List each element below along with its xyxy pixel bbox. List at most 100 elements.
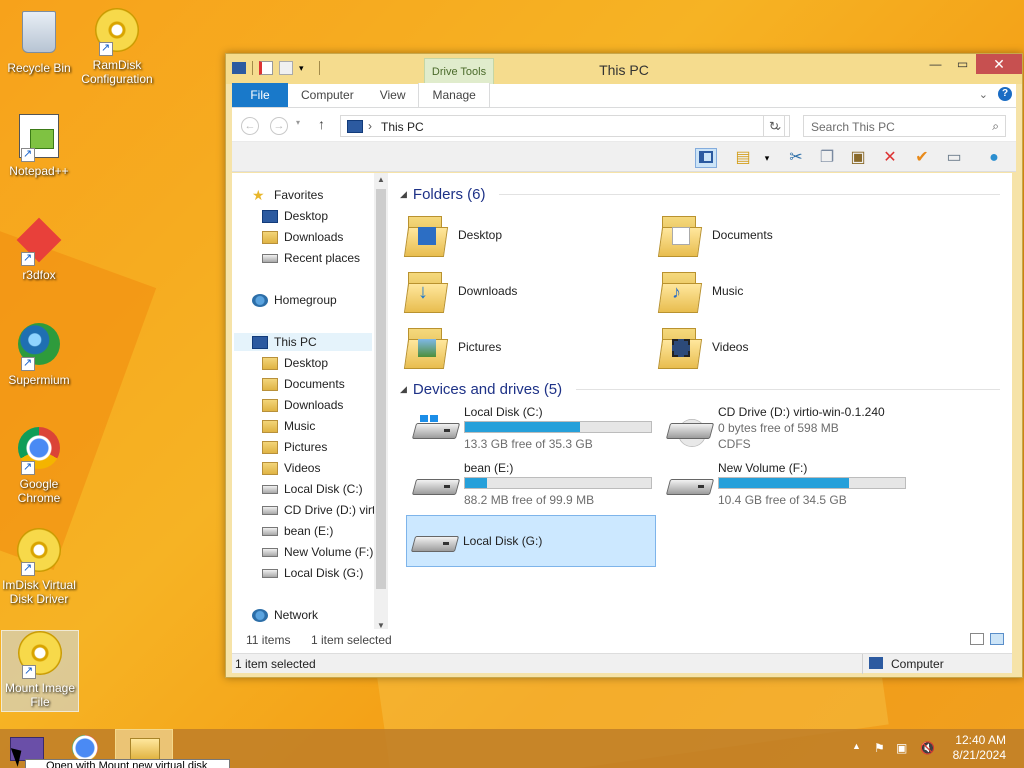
cut-icon[interactable]: ✂ <box>785 148 807 168</box>
status-line: 11 items 1 item selected <box>232 629 1012 653</box>
folder-downloads[interactable]: ↓ Downloads <box>403 265 654 317</box>
network-globe-icon[interactable]: ● <box>983 148 1005 168</box>
nav-item-this-pc[interactable]: This PC <box>234 333 372 351</box>
folder-pictures[interactable]: Pictures <box>403 321 654 373</box>
tab-view[interactable]: View <box>367 83 419 107</box>
navigation-pane-icon[interactable] <box>695 148 717 168</box>
nav-item-pictures[interactable]: Pictures <box>262 438 327 456</box>
properties-folder-icon[interactable]: ▤ <box>732 148 754 168</box>
refresh-button[interactable]: ↻ <box>763 115 785 137</box>
minimize-button[interactable]: — <box>922 54 949 74</box>
imdisk-icon <box>15 528 63 576</box>
cd-drive-icon <box>262 505 278 515</box>
up-button[interactable]: ↑ <box>318 116 325 132</box>
cd-drive-icon <box>665 415 715 447</box>
nav-item-videos[interactable]: Videos <box>262 459 320 477</box>
nav-item-drive-c[interactable]: Local Disk (C:) <box>262 480 363 498</box>
desktop-folder-icon <box>403 213 449 257</box>
nav-item-network[interactable]: Network <box>252 606 318 624</box>
nav-item-recent-places[interactable]: Recent places <box>262 249 360 267</box>
folder-music[interactable]: ♪ Music <box>657 265 908 317</box>
paste-icon[interactable]: ▣ <box>847 148 869 168</box>
mount-image-icon <box>16 631 64 679</box>
tooltip: Open with Mount new virtual disk <box>25 759 230 768</box>
delete-icon[interactable]: ✕ <box>879 148 901 168</box>
navigation-pane: ★ Favorites Desktop Downloads Recent plac… <box>232 173 375 633</box>
supermium-icon <box>15 323 63 371</box>
scroll-up-icon[interactable]: ▲ <box>374 173 388 187</box>
nav-item-desktop[interactable]: Desktop <box>262 207 328 225</box>
item-count: 11 items <box>246 633 291 647</box>
show-hidden-icons[interactable]: ▲ <box>852 741 861 751</box>
folder-documents[interactable]: Documents <box>657 209 908 261</box>
drive-c-tile[interactable]: Local Disk (C:) 13.3 GB free of 35.3 GB <box>408 403 658 455</box>
nav-item-homegroup[interactable]: Homegroup <box>252 291 337 309</box>
back-button[interactable]: ← <box>241 117 259 135</box>
computer-icon <box>252 335 268 349</box>
drives-group-header[interactable]: ◢ Devices and drives (5) <box>400 381 1000 398</box>
large-icons-view-icon[interactable] <box>990 633 1004 645</box>
homegroup-icon <box>252 293 268 307</box>
nav-item-drive-f[interactable]: New Volume (F:) <box>262 543 373 561</box>
desktop-icon-recycle-bin[interactable]: Recycle Bin <box>0 8 78 75</box>
folder-videos[interactable]: Videos <box>657 321 908 373</box>
desktop-icon-ramdisk[interactable]: RamDisk Configuration <box>78 8 156 86</box>
volume-muted-icon[interactable]: 🔇 <box>920 741 935 755</box>
drive-icon <box>262 526 278 536</box>
clock[interactable]: 12:40 AM 8/21/2024 <box>953 733 1006 763</box>
action-center-flag-icon[interactable]: ⚑ <box>874 741 885 755</box>
copy-icon[interactable]: ❐ <box>816 148 838 168</box>
nav-scrollbar[interactable]: ▲ ▼ <box>374 173 388 633</box>
desktop-icon-mount-image[interactable]: Mount Image File <box>1 630 79 712</box>
network-icon[interactable]: ▣ <box>896 741 907 755</box>
address-bar[interactable]: › This PC ⌄ <box>340 115 790 137</box>
maximize-button[interactable]: ▭ <box>949 54 976 74</box>
folder-desktop[interactable]: Desktop <box>403 209 654 261</box>
drive-g-tile[interactable]: Local Disk (G:) <box>406 515 656 567</box>
desktop-icon-r3dfox[interactable]: r3dfox <box>0 216 78 282</box>
tab-manage[interactable]: Manage <box>418 83 490 107</box>
search-input[interactable]: Search This PC ⌕ <box>803 115 1006 137</box>
dropdown-icon[interactable]: ▾ <box>756 148 778 168</box>
nav-item-drive-g[interactable]: Local Disk (G:) <box>262 564 363 582</box>
forward-button[interactable]: → <box>270 117 288 135</box>
breadcrumb[interactable]: This PC <box>381 120 424 134</box>
drive-icon <box>262 568 278 578</box>
nav-item-documents[interactable]: Documents <box>262 375 345 393</box>
drive-e-tile[interactable]: bean (E:) 88.2 MB free of 99.9 MB <box>408 459 658 511</box>
nav-item-drive-d[interactable]: CD Drive (D:) virt <box>262 501 375 519</box>
drive-f-tile[interactable]: New Volume (F:) 10.4 GB free of 34.5 GB <box>662 459 912 511</box>
folder-icon <box>262 398 278 412</box>
properties-icon[interactable]: ▭ <box>943 148 965 168</box>
close-button[interactable]: ✕ <box>976 54 1022 74</box>
rename-icon[interactable]: ✔ <box>911 148 933 168</box>
nav-item-pc-downloads[interactable]: Downloads <box>262 396 343 414</box>
drive-d-tile[interactable]: CD Drive (D:) virtio-win-0.1.240 0 bytes… <box>662 403 912 467</box>
nav-item-drive-e[interactable]: bean (E:) <box>262 522 333 540</box>
system-tray: ▲ ⚑ ▣ 🔇 12:40 AM 8/21/2024 <box>844 729 1024 768</box>
expand-ribbon-icon[interactable]: ⌄ <box>979 88 988 101</box>
nav-item-favorites[interactable]: ★ Favorites <box>252 186 323 204</box>
address-row: ← → ▾ ↑ › This PC ⌄ ↻ Search This PC ⌕ <box>232 108 1016 142</box>
tab-file[interactable]: File <box>232 83 288 107</box>
scroll-thumb[interactable] <box>376 189 386 589</box>
folders-group-header[interactable]: ◢ Folders (6) <box>400 186 1000 203</box>
nav-item-pc-desktop[interactable]: Desktop <box>262 354 328 372</box>
file-explorer-icon <box>130 738 160 760</box>
desktop-icon-google-chrome[interactable]: Google Chrome <box>0 424 78 505</box>
desktop-icon-supermium[interactable]: Supermium <box>0 320 78 387</box>
nav-item-music[interactable]: Music <box>262 417 315 435</box>
help-icon[interactable]: ? <box>998 87 1012 101</box>
folder-icon <box>262 377 278 391</box>
tab-computer[interactable]: Computer <box>288 83 367 107</box>
system-drive-icon <box>411 415 461 443</box>
drive-e-usage-bar <box>464 477 652 489</box>
desktop-icon-imdisk[interactable]: ImDisk Virtual Disk Driver <box>0 528 78 606</box>
desktop-icon-notepad-plus-plus[interactable]: Notepad++ <box>0 112 78 178</box>
folder-icon <box>262 440 278 454</box>
notepad-plus-plus-icon <box>15 114 63 162</box>
recycle-bin-icon <box>15 11 63 59</box>
nav-item-downloads[interactable]: Downloads <box>262 228 343 246</box>
details-view-icon[interactable] <box>970 633 984 645</box>
recent-locations-icon[interactable]: ▾ <box>296 118 300 127</box>
